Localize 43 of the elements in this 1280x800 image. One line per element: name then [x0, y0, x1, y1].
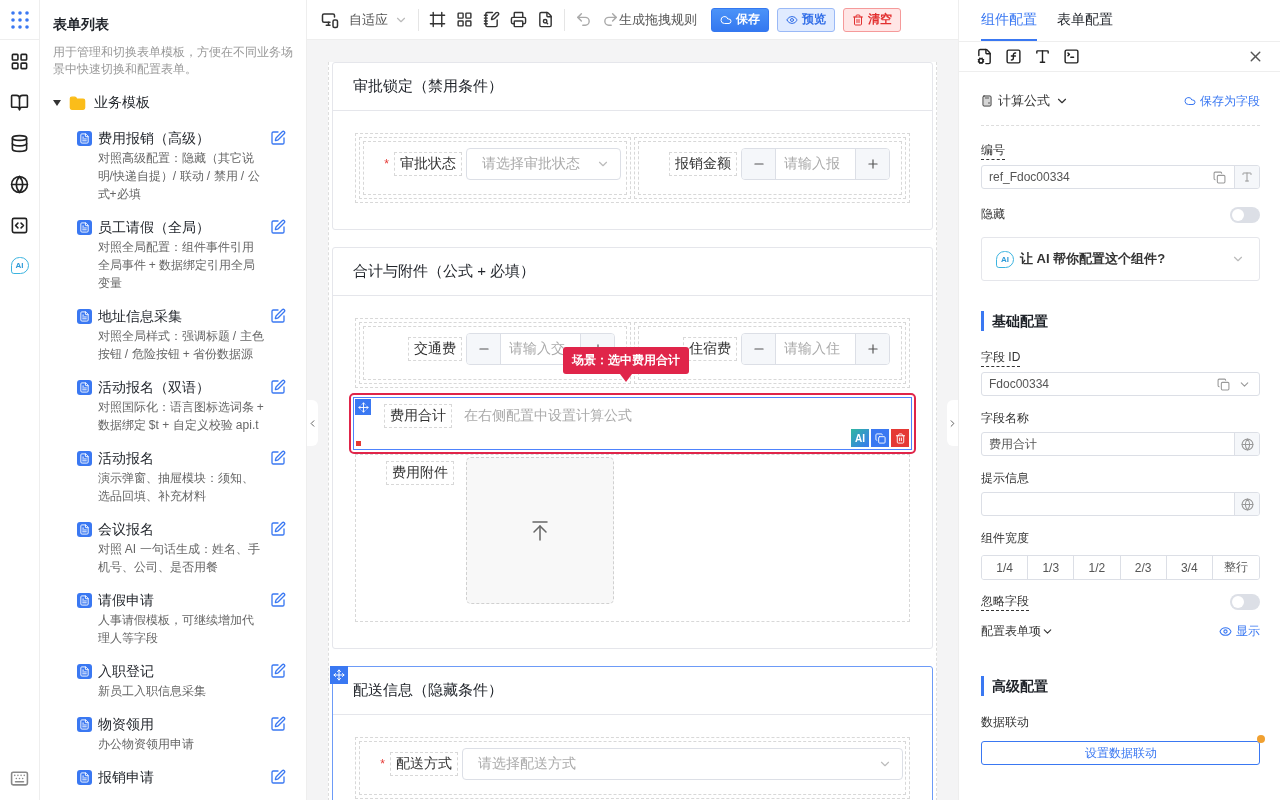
section-title: 审批锁定（禁用条件） — [353, 77, 503, 96]
template-description: 新员工入职信息采集 — [97, 683, 207, 700]
field-label: 交通费 — [408, 337, 462, 361]
template-title: 地址信息采集 — [97, 307, 183, 326]
template-title: 费用报销（高级） — [97, 129, 211, 148]
template-title: 会议报名 — [97, 520, 155, 539]
field-label: 审批状态 — [394, 152, 462, 176]
section-heading: 基础配置 — [981, 311, 1260, 331]
section-title: 配送信息（隐藏条件） — [353, 681, 503, 700]
template-description: 对照国际化：语言图标选词条 + 数据绑定 $t + 自定义校验 api.t — [97, 399, 264, 434]
panel-title: 表单列表 — [53, 16, 110, 34]
template-title: 请假申请 — [97, 591, 155, 610]
field-label: 数据联动 — [981, 714, 1029, 731]
template-title: 活动报名（双语） — [97, 378, 211, 397]
field-label: 编号 — [981, 142, 1005, 160]
template-title: 入职登记 — [97, 662, 155, 681]
field-label: 隐藏 — [981, 206, 1005, 223]
template-description: 对照全局配置：组件事件引用全局事件 + 数据绑定引用全局变量 — [97, 239, 257, 292]
field-label: 报销金额 — [669, 152, 737, 176]
field-label: 字段名称 — [981, 410, 1029, 427]
template-title: 活动报名 — [97, 449, 155, 468]
required-mark: * — [380, 757, 385, 771]
template-description: 对照全局样式：强调标题 / 主色按钮 / 危险按钮 + 省份数据源 — [97, 328, 264, 363]
template-title: 员工请假（全局） — [97, 218, 211, 237]
field-label: 费用合计 — [384, 404, 452, 428]
field-label: 忽略字段 — [981, 593, 1029, 611]
template-description: 对照 AI 一句话生成：姓名、手机号、公司、是否用餐 — [97, 541, 261, 576]
field-label: 提示信息 — [981, 470, 1029, 487]
template-title: 物资领用 — [97, 715, 155, 734]
template-title: 报销申请 — [97, 768, 155, 787]
scene-tooltip: 场景：选中费用合计 — [563, 347, 689, 382]
template-description: 演示弹窗、抽屉模块：须知、选品回填、补充材料 — [97, 470, 255, 505]
field-label: 费用附件 — [386, 461, 454, 485]
section-heading: 高级配置 — [981, 676, 1260, 696]
field-label: 配送方式 — [390, 752, 458, 776]
field-label: 组件宽度 — [981, 530, 1029, 547]
section-title: 合计与附件（公式 + 必填） — [353, 262, 536, 281]
field-label: 字段 ID — [981, 349, 1021, 367]
panel-description: 用于管理和切换表单模板，方便在不同业务场景中快速切换和配置表单。 — [53, 44, 293, 78]
template-description: 办公物资领用申请 — [97, 736, 195, 753]
required-mark: * — [384, 157, 389, 171]
template-description: 人事请假模板，可继续增加代理人等字段 — [97, 612, 255, 647]
template-description: 对照高级配置：隐藏（其它说明/快递自提）/ 联动 / 禁用 / 公式+必填 — [97, 150, 261, 203]
